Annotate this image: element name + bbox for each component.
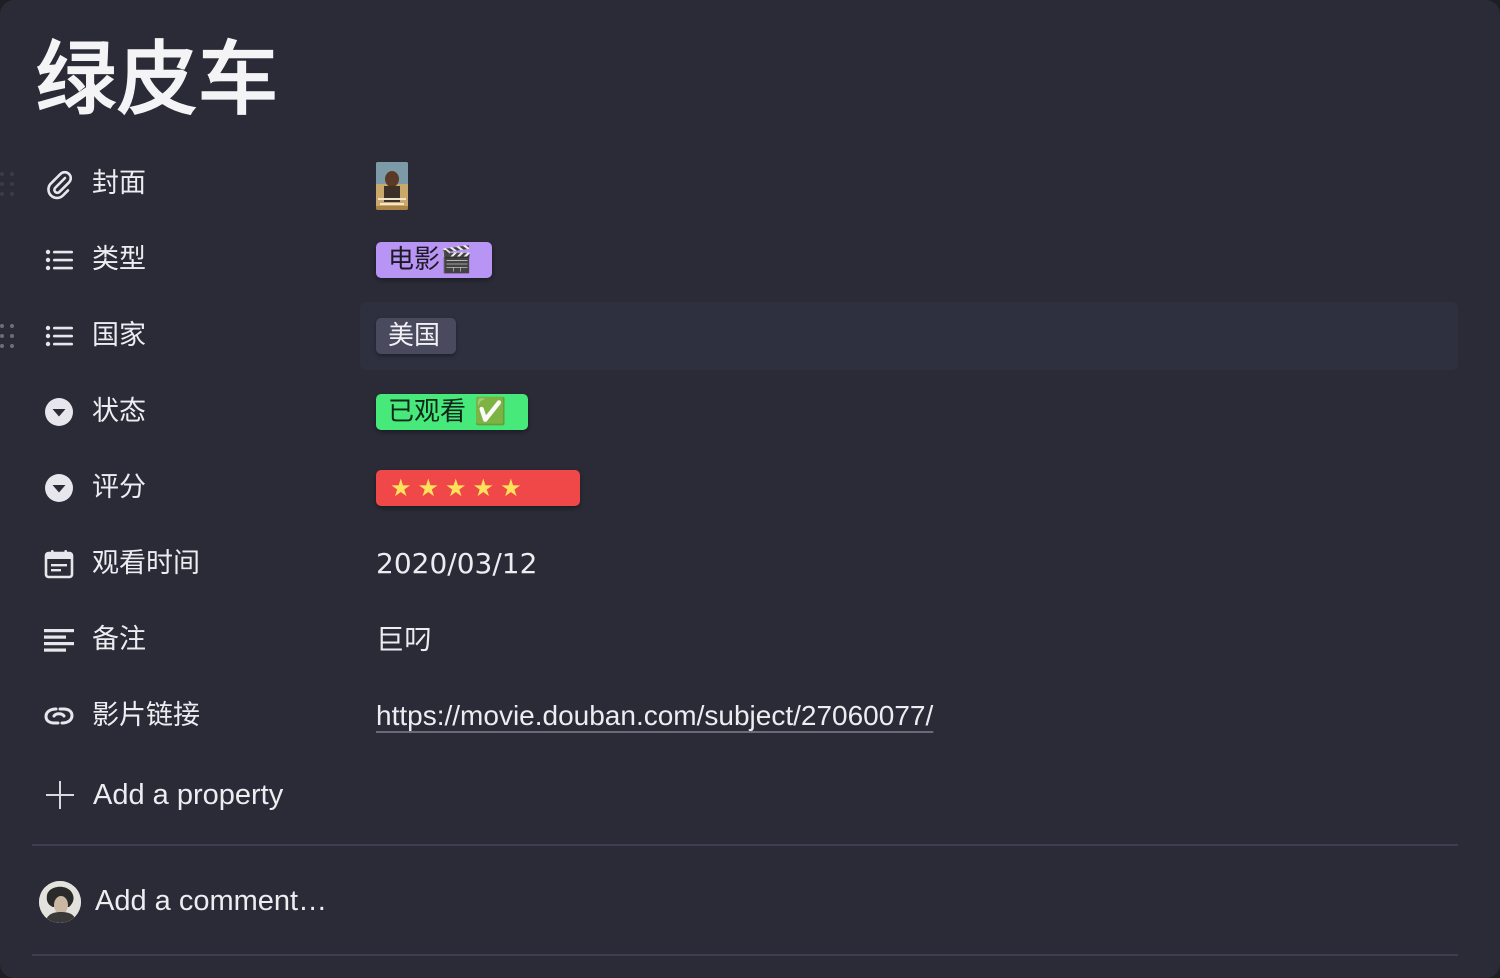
select-icon [43,472,75,504]
property-label: 状态 [92,396,146,427]
date-value[interactable]: 2020/03/12 [376,545,537,583]
tag-status[interactable]: 已观看 ✅ [376,394,528,430]
tag-country[interactable]: 美国 [376,318,456,354]
property-row-status[interactable]: 状态 已观看 ✅ [0,378,1500,446]
calendar-icon [43,548,75,580]
select-icon [43,396,75,428]
comment-row[interactable]: Add a comment… [0,866,700,936]
list-icon [43,244,75,276]
url-link[interactable]: https://movie.douban.com/subject/2706007… [376,697,933,735]
property-label: 国家 [92,320,146,351]
page-title[interactable]: 绿皮车 [36,30,279,130]
avatar [39,881,81,923]
value-hover-highlight [360,302,1458,370]
property-label: 观看时间 [92,548,200,579]
drag-handle-icon[interactable] [0,172,16,198]
property-label: 类型 [92,244,146,275]
property-row-rating[interactable]: 评分 ★★★★★ [0,454,1500,522]
plus-icon [43,778,77,812]
notes-value[interactable]: 巨叼 [376,621,432,659]
text-icon [43,624,75,656]
property-label: 影片链接 [92,700,200,731]
drag-handle-icon[interactable] [0,324,16,350]
tag-rating[interactable]: ★★★★★ [376,470,580,506]
property-row-cover[interactable]: 封面 [0,150,1500,218]
property-label: 备注 [92,624,146,655]
add-property-label: Add a property [93,779,284,811]
property-row-type[interactable]: 类型 电影🎬 [0,226,1500,294]
property-row-notes[interactable]: 备注 巨叼 [0,606,1500,674]
divider [32,954,1458,956]
property-row-watch-date[interactable]: 观看时间 2020/03/12 [0,530,1500,598]
property-label: 评分 [92,472,146,503]
cover-thumbnail[interactable] [376,162,408,210]
list-icon [43,320,75,352]
property-label: 封面 [92,168,146,199]
tag-movie[interactable]: 电影🎬 [376,242,492,278]
comment-input[interactable]: Add a comment… [95,882,327,920]
page-properties-panel: 绿皮车 封面 类型 电影🎬 国家 美国 状态 已观看 ✅ 评分 ★★★★★ 观看… [0,0,1500,978]
add-property-button[interactable]: Add a property [0,760,500,830]
paperclip-icon [43,168,75,200]
property-row-link[interactable]: 影片链接 https://movie.douban.com/subject/27… [0,682,1500,750]
property-row-country[interactable]: 国家 美国 [0,302,1500,370]
divider [32,844,1458,846]
link-icon [43,700,75,732]
